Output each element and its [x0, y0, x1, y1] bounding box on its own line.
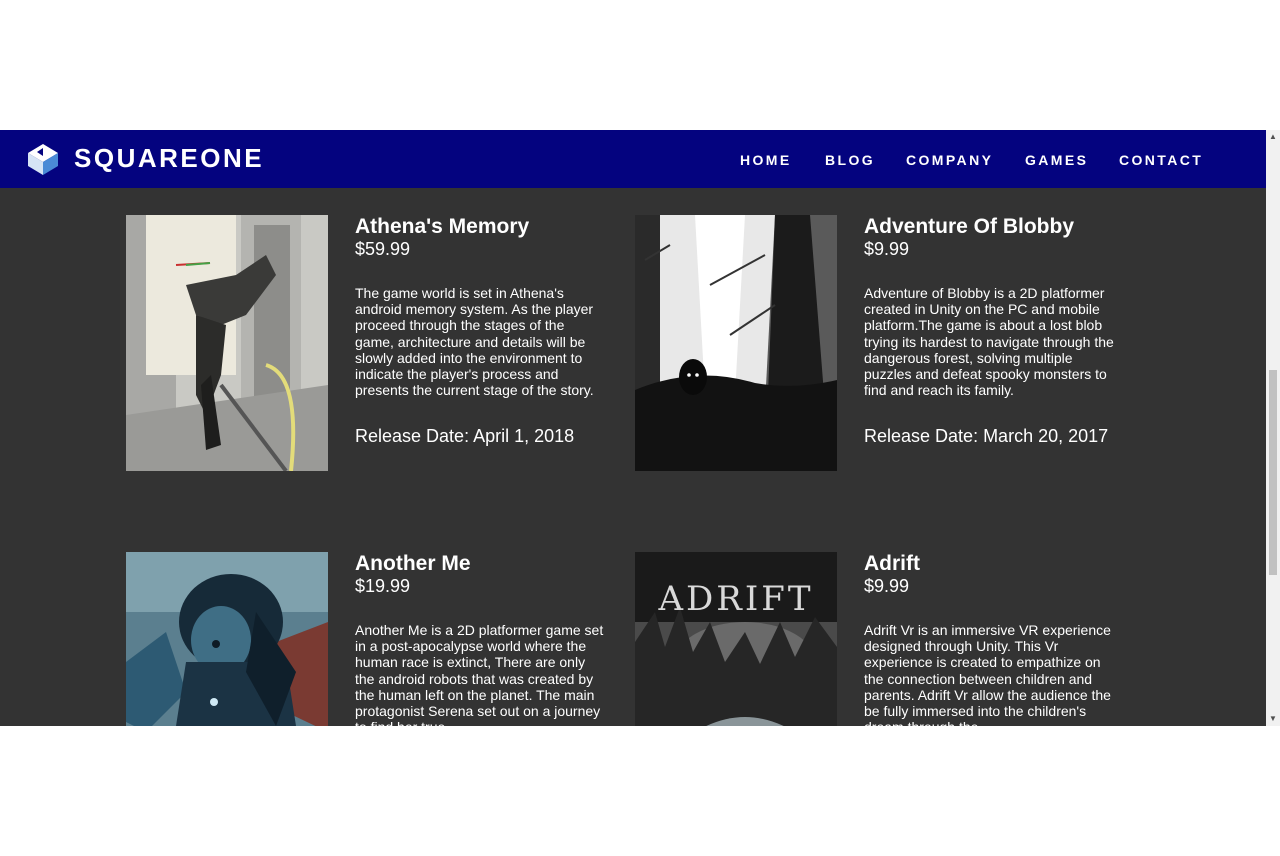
nav-games[interactable]: GAMES — [1025, 151, 1088, 169]
nav-contact[interactable]: CONTACT — [1119, 151, 1203, 169]
nav-company[interactable]: COMPANY — [906, 151, 993, 169]
game-description: Another Me is a 2D platformer game set i… — [355, 622, 604, 726]
game-price: $9.99 — [864, 239, 910, 259]
navbar: SQUAREONE HOME BLOG COMPANY GAMES CONTAC… — [0, 130, 1266, 188]
scrollbar-thumb[interactable] — [1269, 370, 1277, 575]
game-cover-adrift[interactable]: ADRIFT — [635, 552, 837, 726]
game-cover-another-me[interactable] — [126, 552, 328, 726]
browser-viewport: SQUAREONE HOME BLOG COMPANY GAMES CONTAC… — [0, 130, 1280, 726]
game-price: $59.99 — [355, 239, 411, 259]
game-price: $19.99 — [355, 576, 411, 596]
adrift-cover-logo: ADRIFT — [657, 579, 813, 619]
brand-name[interactable]: SQUAREONE — [74, 143, 264, 173]
game-description: Adrift Vr is an immersive VR experience … — [864, 622, 1111, 726]
game-release-date: Release Date: April 1, 2018 — [355, 426, 575, 446]
game-release-date: Release Date: March 20, 2017 — [864, 426, 1109, 446]
game-description: Adventure of Blobby is a 2D platformer c… — [864, 285, 1114, 399]
game-price: $9.99 — [864, 576, 910, 596]
game-title[interactable]: Adrift — [864, 552, 920, 576]
game-title[interactable]: Adventure Of Blobby — [864, 215, 1074, 239]
game-cover-adventure-of-blobby[interactable] — [635, 215, 837, 471]
logo-cube-icon[interactable] — [26, 142, 60, 176]
nav-home[interactable]: HOME — [740, 151, 792, 169]
game-cover-athenas-memory[interactable] — [126, 215, 328, 471]
scroll-up-arrow-icon[interactable]: ▲ — [1266, 130, 1280, 144]
game-title[interactable]: Another Me — [355, 552, 471, 576]
game-title[interactable]: Athena's Memory — [355, 215, 529, 239]
page-scrollbar[interactable]: ▲ ▼ — [1266, 130, 1280, 726]
game-description: The game world is set in Athena's androi… — [355, 285, 594, 399]
scroll-down-arrow-icon[interactable]: ▼ — [1266, 712, 1280, 726]
nav-blog[interactable]: BLOG — [825, 151, 875, 169]
